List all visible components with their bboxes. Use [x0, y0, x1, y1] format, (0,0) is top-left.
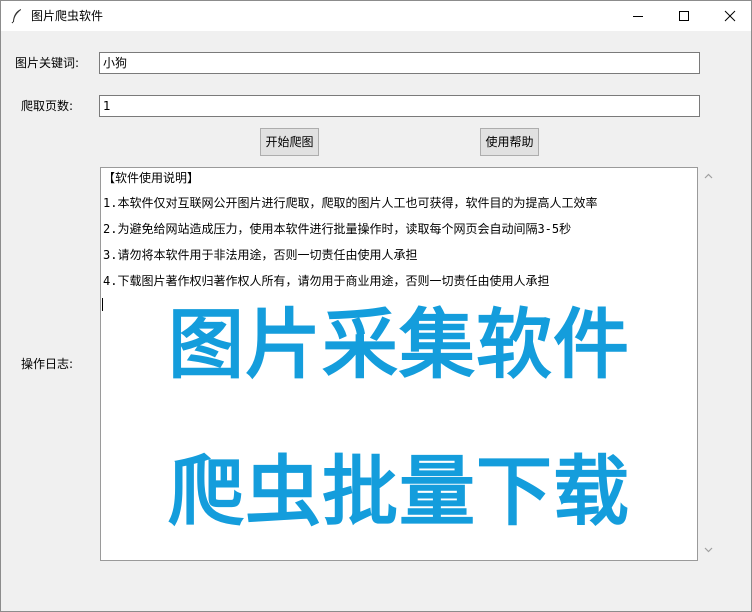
keyword-label: 图片关键词:	[15, 56, 80, 70]
log-textarea[interactable]: 【软件使用说明】 1.本软件仅对互联网公开图片进行爬取，爬取的图片人工也可获得，…	[100, 167, 698, 561]
close-icon	[724, 10, 736, 22]
log-line: 2.为避免给网站造成压力，使用本软件进行批量操作时，读取每个网页会自动间隔3-5…	[103, 222, 572, 236]
minimize-icon	[633, 16, 643, 17]
banner-line-1: 图片采集软件	[168, 300, 630, 389]
help-button[interactable]: 使用帮助	[480, 128, 539, 156]
scroll-down-icon	[704, 547, 713, 553]
feather-icon	[10, 8, 24, 24]
close-button[interactable]	[707, 1, 752, 31]
maximize-icon	[679, 11, 689, 21]
maximize-button[interactable]	[661, 1, 707, 31]
log-line: 【软件使用说明】	[103, 171, 200, 185]
keyword-input[interactable]: 小狗	[99, 52, 700, 74]
log-line: 4.下载图片著作权归著作权人所有，请勿用于商业用途，否则一切责任由使用人承担	[103, 274, 550, 288]
log-line: 1.本软件仅对互联网公开图片进行爬取，爬取的图片人工也可获得，软件目的为提高人工…	[103, 196, 598, 210]
banner-line-2: 爬虫批量下载	[168, 447, 630, 536]
start-crawl-button[interactable]: 开始爬图	[260, 128, 319, 156]
log-label: 操作日志:	[21, 357, 74, 371]
app-window: 图片爬虫软件 图片关键词: 小狗 爬取页数: 1 开始爬图 使用帮助 操作日志:…	[0, 0, 752, 612]
log-line: 3.请勿将本软件用于非法用途，否则一切责任由使用人承担	[103, 248, 418, 262]
pages-input[interactable]: 1	[99, 95, 700, 117]
log-scrollbar[interactable]	[700, 167, 717, 561]
title-bar[interactable]: 图片爬虫软件	[1, 1, 751, 31]
minimize-button[interactable]	[615, 1, 661, 31]
pages-label: 爬取页数:	[21, 99, 74, 113]
window-title: 图片爬虫软件	[31, 9, 104, 23]
scroll-up-icon	[704, 173, 713, 179]
